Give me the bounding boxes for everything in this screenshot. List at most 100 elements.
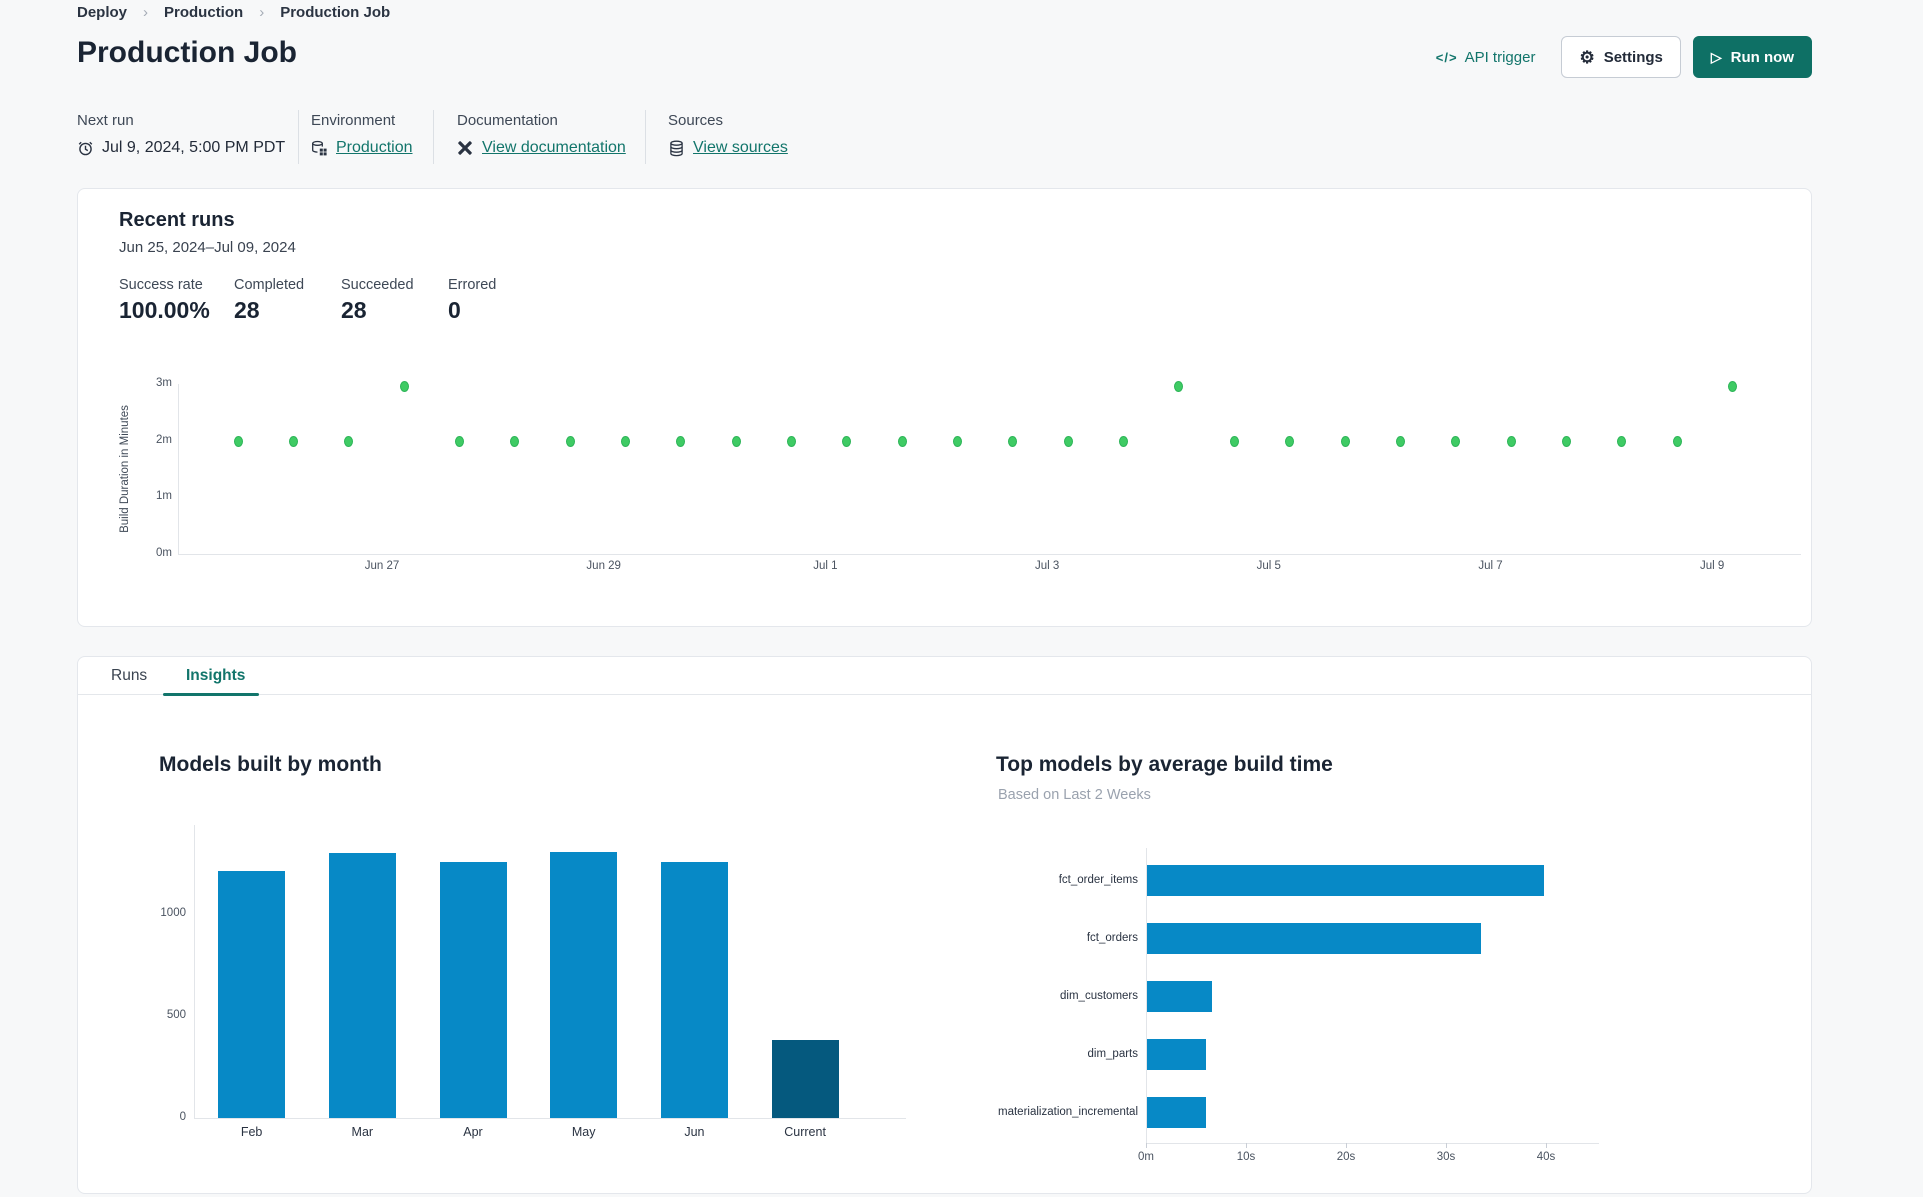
scatter-point[interactable]	[1119, 435, 1129, 447]
scatter-point[interactable]	[344, 435, 354, 447]
scatter-point[interactable]	[1229, 435, 1239, 447]
hbar-fct_order_items[interactable]	[1147, 865, 1544, 896]
meta-divider	[298, 110, 299, 164]
scatter-point[interactable]	[233, 435, 243, 447]
scatter-point[interactable]	[1561, 435, 1571, 447]
dbt-docs-icon	[457, 140, 474, 157]
scatter-x-tick: Jul 7	[1478, 560, 1503, 572]
scatter-point[interactable]	[1506, 435, 1516, 447]
meta-sources: Sources View sources	[668, 112, 788, 157]
production-job-page: Deploy › Production › Production Job Pro…	[0, 0, 1923, 1197]
meta-next-run: Next run Jul 9, 2024, 5:00 PM PDT	[77, 112, 285, 157]
scatter-point[interactable]	[1063, 435, 1073, 447]
hbar-x-tick-mark	[1546, 1143, 1547, 1148]
scatter-point[interactable]	[1617, 435, 1627, 447]
header-actions: </> API trigger ⚙ Settings ▷ Run now	[1436, 36, 1812, 78]
bar-may[interactable]	[550, 851, 618, 1118]
scatter-point[interactable]	[620, 435, 630, 447]
stat-success-rate: Success rate 100.00%	[119, 277, 210, 324]
play-icon: ▷	[1710, 49, 1722, 65]
hbar-row-label: fct_order_items	[1058, 873, 1138, 886]
tab-insights[interactable]: Insights	[186, 657, 245, 695]
recent-runs-title: Recent runs	[119, 209, 235, 231]
insights-card: Runs Insights Models built by month 0 500…	[77, 656, 1812, 1194]
scatter-point[interactable]	[1340, 435, 1350, 447]
environment-link[interactable]: Production	[336, 139, 413, 157]
breadcrumb-production-job[interactable]: Production Job	[280, 4, 390, 21]
hbar-dim_customers[interactable]	[1147, 981, 1212, 1012]
scatter-point[interactable]	[454, 435, 464, 447]
bar-feb[interactable]	[218, 871, 286, 1118]
stat-value: 28	[341, 297, 367, 323]
scatter-point[interactable]	[1451, 435, 1461, 447]
scatter-point[interactable]	[953, 435, 963, 447]
scatter-x-tick: Jul 5	[1256, 560, 1281, 572]
hbar-dim_parts[interactable]	[1147, 1039, 1206, 1070]
view-sources-link[interactable]: View sources	[693, 139, 788, 157]
settings-button[interactable]: ⚙ Settings	[1561, 36, 1681, 78]
hbar-x-tick: 30s	[1436, 1151, 1456, 1163]
scatter-point[interactable]	[1285, 435, 1295, 447]
scatter-point[interactable]	[510, 435, 520, 447]
scatter-x-tick: Jul 9	[1700, 560, 1725, 572]
bar-x-tick: Jun	[684, 1125, 705, 1139]
scatter-point[interactable]	[288, 435, 298, 447]
api-trigger-link[interactable]: </> API trigger	[1436, 49, 1536, 66]
scatter-point[interactable]	[842, 435, 852, 447]
tab-runs[interactable]: Runs	[111, 657, 147, 695]
hbar-x-tick-mark	[1146, 1143, 1147, 1148]
scatter-point[interactable]	[1727, 380, 1737, 392]
environment-icon	[311, 140, 328, 157]
code-icon: </>	[1435, 49, 1458, 65]
hbar-x-axis	[1146, 1143, 1599, 1144]
scatter-y-axis-label: Build Duration in Minutes	[119, 405, 131, 533]
stat-value: 100.00%	[119, 297, 210, 323]
scatter-point[interactable]	[787, 435, 796, 447]
run-now-button[interactable]: ▷ Run now	[1692, 36, 1812, 78]
settings-label: Settings	[1603, 48, 1663, 66]
stat-errored: Errored 0	[448, 277, 496, 324]
scatter-point[interactable]	[1008, 435, 1018, 447]
bar-x-tick: Feb	[240, 1125, 263, 1139]
recent-runs-date-range: Jun 25, 2024–Jul 09, 2024	[119, 239, 296, 256]
hbar-fct_orders[interactable]	[1147, 923, 1481, 954]
stat-label: Completed	[234, 277, 305, 293]
bar-jun[interactable]	[660, 861, 728, 1118]
chevron-right-icon: ›	[259, 4, 265, 21]
meta-divider	[645, 110, 646, 164]
breadcrumb: Deploy › Production › Production Job	[77, 4, 390, 21]
scatter-point[interactable]	[399, 380, 409, 392]
stat-label: Succeeded	[341, 277, 414, 293]
view-documentation-link[interactable]: View documentation	[482, 139, 626, 157]
bar-x-axis	[194, 1118, 906, 1119]
sources-label: Sources	[668, 112, 724, 129]
gear-icon: ⚙	[1579, 47, 1595, 67]
tab-bar: Runs Insights	[78, 657, 1811, 696]
scatter-y-tick: 0m	[156, 547, 172, 559]
hbar-x-tick-mark	[1246, 1143, 1247, 1148]
bar-current[interactable]	[771, 1040, 839, 1118]
breadcrumb-deploy[interactable]: Deploy	[77, 4, 127, 21]
scatter-point[interactable]	[1395, 435, 1405, 447]
scatter-point[interactable]	[1174, 380, 1184, 392]
stat-completed: Completed 28	[234, 277, 304, 324]
scatter-point[interactable]	[565, 435, 575, 447]
run-now-label: Run now	[1730, 48, 1794, 66]
bar-mar[interactable]	[328, 852, 396, 1118]
scatter-point[interactable]	[1672, 435, 1682, 447]
hbar-x-tick-mark	[1346, 1143, 1347, 1148]
scatter-point[interactable]	[676, 435, 686, 447]
breadcrumb-production[interactable]: Production	[164, 4, 243, 21]
models-built-chart-title: Models built by month	[159, 753, 382, 776]
hbar-materialization_incremental[interactable]	[1147, 1097, 1206, 1128]
bar-y-tick: 1000	[160, 907, 186, 919]
bar-x-tick: Apr	[463, 1125, 483, 1139]
meta-documentation: Documentation View documentation	[457, 112, 626, 157]
scatter-point[interactable]	[897, 435, 907, 447]
chevron-right-icon: ›	[143, 4, 149, 21]
top-models-chart-subtitle: Based on Last 2 Weeks	[998, 787, 1151, 803]
bar-apr[interactable]	[439, 861, 507, 1118]
documentation-label: Documentation	[457, 112, 558, 129]
scatter-point[interactable]	[731, 435, 741, 447]
environment-label: Environment	[311, 112, 396, 129]
